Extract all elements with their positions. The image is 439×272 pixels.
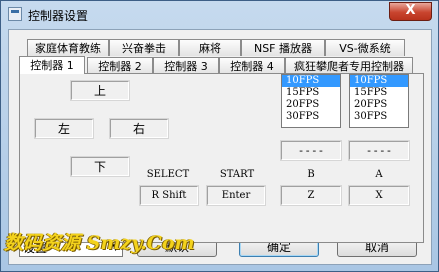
dpad-down-key[interactable]: 下 <box>70 156 130 177</box>
turbo-a-option[interactable]: 10FPS <box>350 75 408 87</box>
turbo-b-option[interactable]: 10FPS <box>282 75 340 87</box>
controller-1-panel: 上 左 右 下 10FPS 15FPS 20FPS 30FPS 10FPS 15… <box>19 73 424 243</box>
controller-settings-window: 控制器设置 X 家庭体育教练 兴奋拳击 麻将 NSF 播放器 VS-微系统 控制… <box>0 0 439 272</box>
tab-family-trainer[interactable]: 家庭体育教练 <box>27 39 109 56</box>
close-button[interactable]: X <box>389 2 432 21</box>
dpad-left-key[interactable]: 左 <box>34 118 94 139</box>
turbo-b-rate-list[interactable]: 10FPS 15FPS 20FPS 30FPS <box>281 74 341 128</box>
tab-controller-2[interactable]: 控制器 2 <box>87 57 153 74</box>
select-label: SELECT <box>146 169 190 180</box>
turbo-a-option[interactable]: 15FPS <box>350 87 408 99</box>
window-title: 控制器设置 <box>28 9 89 23</box>
start-key[interactable]: Enter <box>206 185 266 206</box>
turbo-a-rate-list[interactable]: 10FPS 15FPS 20FPS 30FPS <box>349 74 409 128</box>
tab-mahjong[interactable]: 麻将 <box>179 39 241 56</box>
a-key[interactable]: X <box>348 185 410 206</box>
tab-crazy-climber-controller[interactable]: 疯狂攀爬者专用控制器 <box>285 57 413 74</box>
title-bar[interactable]: 控制器设置 X <box>1 1 438 28</box>
turbo-b-option[interactable]: 15FPS <box>282 87 340 99</box>
tab-controller-1[interactable]: 控制器 1 <box>19 56 85 74</box>
dpad-up-key[interactable]: 上 <box>70 80 130 101</box>
a-label: A <box>375 169 383 180</box>
select-key[interactable]: R Shift <box>139 185 199 206</box>
start-label: START <box>219 169 255 180</box>
dialog-client-area: 家庭体育教练 兴奋拳击 麻将 NSF 播放器 VS-微系统 控制器 1 控制器 … <box>8 29 432 265</box>
turbo-b-key[interactable]: ---- <box>280 140 342 161</box>
turbo-b-option[interactable]: 20FPS <box>282 99 340 111</box>
app-icon <box>8 7 22 21</box>
tab-exciting-boxing[interactable]: 兴奋拳击 <box>109 39 179 56</box>
dpad-right-key[interactable]: 右 <box>109 118 169 139</box>
tab-controller-4[interactable]: 控制器 4 <box>219 57 285 74</box>
tab-controller-3[interactable]: 控制器 3 <box>153 57 219 74</box>
turbo-a-option[interactable]: 30FPS <box>350 111 408 123</box>
turbo-a-key[interactable]: ---- <box>348 140 410 161</box>
b-key[interactable]: Z <box>280 185 342 206</box>
tab-vs-system[interactable]: VS-微系统 <box>325 39 405 56</box>
b-label: B <box>307 169 315 180</box>
turbo-a-option[interactable]: 20FPS <box>350 99 408 111</box>
tab-nsf-player[interactable]: NSF 播放器 <box>241 39 325 56</box>
turbo-b-option[interactable]: 30FPS <box>282 111 340 123</box>
